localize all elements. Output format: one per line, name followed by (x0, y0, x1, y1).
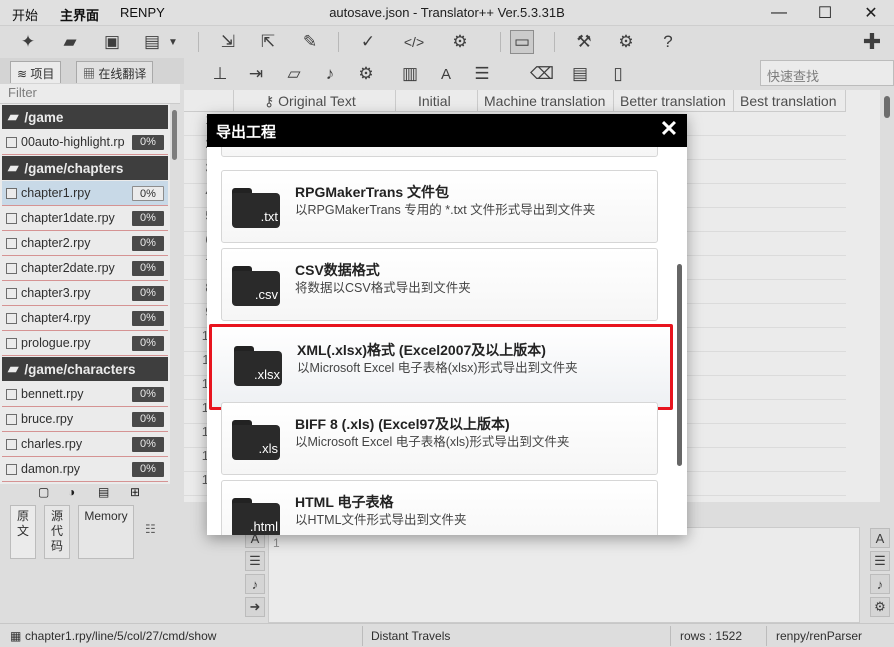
file-folder-icon: .html (232, 498, 280, 535)
option-description: 将数据以CSV格式导出到文件夹 (295, 281, 471, 295)
file-folder-icon: .csv (232, 266, 280, 306)
export-option[interactable]: .xls BIFF 8 (.xls) (Excel97及以上版本) 以Microso… (221, 402, 658, 475)
export-option-partial[interactable] (221, 147, 658, 157)
file-extension: .xlsx (254, 367, 280, 382)
file-extension: .xls (258, 441, 279, 456)
dialog-scroll-thumb[interactable] (677, 264, 682, 466)
option-description: 以HTML文件形式导出到文件夹 (295, 513, 467, 527)
dialog-close-icon[interactable]: ✕ (657, 118, 681, 142)
file-extension: .html (249, 519, 278, 534)
file-folder-icon: .xls (232, 420, 280, 460)
file-extension: .txt (260, 209, 278, 224)
export-option[interactable]: .txt RPGMakerTrans 文件包 以RPGMakerTrans 专用的 … (221, 170, 658, 243)
export-option[interactable]: .csv CSV数据格式 将数据以CSV格式导出到文件夹 (221, 248, 658, 321)
dialog-title: 导出工程 (216, 124, 277, 141)
export-option[interactable]: .html HTML 电子表格 以HTML文件形式导出到文件夹 (221, 480, 658, 535)
export-options-list: .txt RPGMakerTrans 文件包 以RPGMakerTrans 专用的 … (207, 147, 687, 535)
option-description: 以Microsoft Excel 电子表格(xlsx)形式导出到文件夹 (297, 361, 578, 375)
dialog-title-bar: 导出工程 ✕ (207, 114, 687, 147)
file-folder-icon: .txt (232, 188, 280, 228)
file-folder-icon: .xlsx (234, 346, 282, 386)
option-description: 以RPGMakerTrans 专用的 *.txt 文件形式导出到文件夹 (295, 203, 596, 217)
export-option[interactable]: .xlsx XML(.xlsx)格式 (Excel2007及以上版本) 以Micro… (209, 324, 673, 410)
option-description: 以Microsoft Excel 电子表格(xls)形式导出到文件夹 (295, 435, 570, 449)
file-extension: .csv (254, 287, 278, 302)
export-project-dialog: 导出工程 ✕ .txt RPGMakerTrans 文件包 以RPGMakerTra… (207, 114, 687, 535)
